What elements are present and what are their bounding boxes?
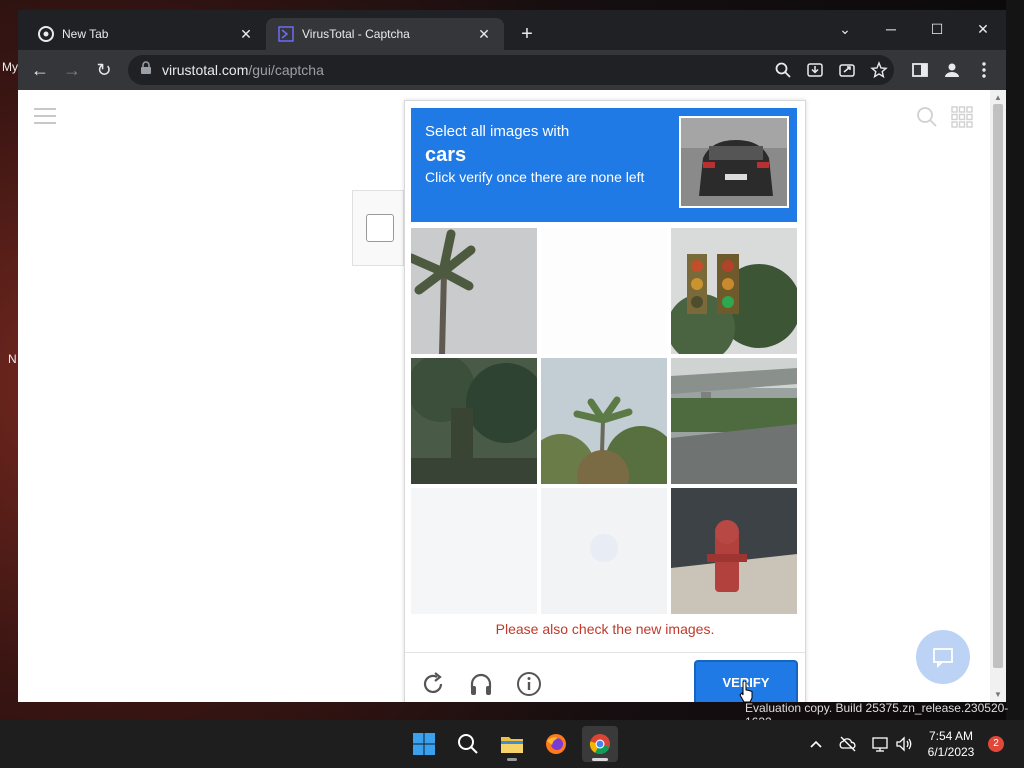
new-images-message: Please also check the new images. <box>495 621 715 637</box>
chevron-up-icon[interactable] <box>806 734 826 754</box>
reload-icon[interactable]: ↻ <box>92 58 116 82</box>
hamburger-menu-icon[interactable] <box>34 108 56 126</box>
running-indicator <box>507 758 517 761</box>
firefox-icon <box>546 734 566 754</box>
close-window-button[interactable]: ✕ <box>960 16 1006 42</box>
captcha-tile-9[interactable] <box>671 488 797 614</box>
file-explorer-button[interactable] <box>494 726 530 762</box>
maximize-button[interactable]: ☐ <box>914 16 960 42</box>
windows-start-icon <box>413 733 435 755</box>
tab-new-tab[interactable]: New Tab ✕ <box>26 18 266 50</box>
captcha-tile-5[interactable] <box>541 358 667 484</box>
hcaptcha-challenge: Select all images with cars Click verify… <box>404 100 806 702</box>
folder-icon <box>501 737 523 753</box>
forward-arrow-icon[interactable]: → <box>60 58 84 82</box>
profile-icon[interactable] <box>942 60 962 80</box>
close-tab-icon[interactable]: ✕ <box>476 26 492 42</box>
prompt-hint: Click verify once there are none left <box>425 169 645 185</box>
chrome-icon <box>38 26 54 42</box>
notification-badge[interactable]: 2 <box>988 736 1004 752</box>
background-window-edge <box>1006 0 1024 720</box>
audio-challenge-icon[interactable] <box>467 670 495 698</box>
virustotal-icon <box>278 26 294 42</box>
tab-strip: New Tab ✕ VirusTotal - Captcha ✕ + ⌄ ─ ☐… <box>18 10 1006 50</box>
hcaptcha-checkbox-frame <box>352 190 404 266</box>
desktop-label: My <box>2 60 18 74</box>
captcha-tile-7[interactable] <box>411 488 537 614</box>
bookmark-star-icon[interactable] <box>870 61 888 79</box>
chat-bubble-icon <box>933 648 953 669</box>
scroll-thumb[interactable] <box>993 104 1003 668</box>
taskbar: 7:54 AM 6/1/2023 2 <box>0 720 1024 768</box>
prompt-target: cars <box>425 144 467 166</box>
browser-window: New Tab ✕ VirusTotal - Captcha ✕ + ⌄ ─ ☐… <box>18 10 1006 702</box>
search-icon <box>458 734 478 754</box>
page-scrollbar[interactable]: ▲ ▼ <box>990 90 1006 702</box>
tab-label: VirusTotal - Captcha <box>302 27 410 41</box>
chat-button[interactable] <box>916 630 970 684</box>
share-icon[interactable] <box>838 61 856 79</box>
captcha-tile-1[interactable] <box>411 228 537 354</box>
install-icon[interactable] <box>806 61 824 79</box>
desktop-label-n: N <box>8 352 17 366</box>
firefox-button[interactable] <box>538 726 574 762</box>
lock-icon <box>140 60 154 80</box>
tab-label: New Tab <box>62 27 109 41</box>
captcha-tile-8[interactable] <box>541 488 667 614</box>
menu-kebab-icon[interactable] <box>974 60 994 80</box>
onedrive-offline-icon[interactable] <box>838 734 858 754</box>
network-icon[interactable] <box>870 734 890 754</box>
address-bar[interactable]: virustotal.com/gui/captcha <box>128 55 894 85</box>
url-text: virustotal.com/gui/captcha <box>162 62 324 78</box>
back-arrow-icon[interactable]: ← <box>28 58 52 82</box>
tab-search-icon[interactable]: ⌄ <box>822 16 868 42</box>
chrome-icon <box>589 734 610 755</box>
new-tab-button[interactable]: + <box>516 24 538 46</box>
clock-time: 7:54 AM <box>928 729 974 743</box>
search-icon[interactable] <box>916 106 938 128</box>
url-domain: virustotal.com <box>162 62 249 78</box>
chrome-taskbar-button[interactable] <box>582 726 618 762</box>
scroll-down-icon[interactable]: ▼ <box>994 690 1002 699</box>
clock-date: 6/1/2023 <box>927 745 975 759</box>
scroll-up-icon[interactable]: ▲ <box>994 93 1002 102</box>
taskbar-search-button[interactable] <box>450 726 486 762</box>
example-image <box>679 116 789 208</box>
start-button[interactable] <box>406 726 442 762</box>
captcha-checkbox[interactable] <box>366 214 394 242</box>
page-content: Select all images with cars Click verify… <box>18 90 1006 702</box>
zoom-search-icon[interactable] <box>774 61 792 79</box>
system-clock[interactable]: 7:54 AM 6/1/2023 <box>920 728 982 760</box>
volume-icon[interactable] <box>894 734 914 754</box>
refresh-icon[interactable] <box>419 670 447 698</box>
info-icon[interactable] <box>515 670 543 698</box>
minimize-button[interactable]: ─ <box>868 16 914 42</box>
active-indicator <box>592 758 608 761</box>
captcha-tile-6[interactable] <box>671 358 797 484</box>
browser-toolbar: ← → ↻ virustotal.com/gui/captcha <box>18 50 1006 90</box>
close-tab-icon[interactable]: ✕ <box>238 26 254 42</box>
hand-cursor-icon <box>739 681 753 703</box>
apps-grid-icon[interactable] <box>951 106 973 128</box>
side-panel-icon[interactable] <box>910 60 930 80</box>
captcha-tile-2[interactable] <box>541 228 667 354</box>
url-path: /gui/captcha <box>248 62 324 78</box>
prompt-instruction: Select all images with <box>425 123 570 140</box>
challenge-prompt: Select all images with cars Click verify… <box>411 108 797 222</box>
captcha-tile-3[interactable] <box>671 228 797 354</box>
captcha-tile-4[interactable] <box>411 358 537 484</box>
tab-virustotal-captcha[interactable]: VirusTotal - Captcha ✕ <box>266 18 504 50</box>
